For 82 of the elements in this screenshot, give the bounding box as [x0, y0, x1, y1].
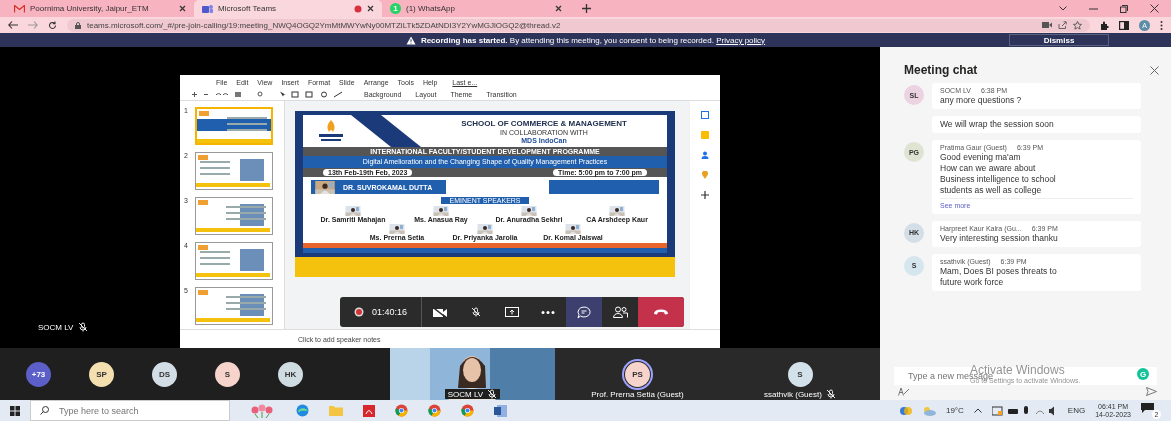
message-text: We will wrap the session soon	[940, 119, 1055, 131]
lock-icon	[75, 21, 81, 29]
word-icon[interactable]	[494, 404, 507, 417]
format-icon[interactable]	[898, 387, 910, 396]
privacy-policy-link[interactable]: Privacy policy	[716, 35, 766, 45]
close-icon[interactable]	[1150, 4, 1159, 13]
address-bar[interactable]: teams.microsoft.com/_#/pre-join-calling/19:meeting_NWQ4OGQ2YmMtMWYwNy00MTZiLTk5ZDAtNDI3Y2YwMGJlOGQ2@thread.v2	[67, 18, 1090, 32]
mail-icon	[14, 4, 25, 13]
slide-thumbnail[interactable]	[195, 287, 273, 325]
participant-avatar[interactable]: DS	[152, 361, 177, 387]
temperature: 19°C	[945, 406, 964, 415]
slide-thumbnail[interactable]	[195, 152, 273, 190]
participant-name: ssathvik (Guest)	[764, 389, 822, 399]
mic-off-icon	[471, 307, 482, 317]
message-text: any more questions ?	[940, 95, 1023, 107]
chrome-icon[interactable]	[395, 404, 408, 417]
side-panel-icon[interactable]	[1119, 20, 1129, 30]
new-tab-icon[interactable]	[582, 4, 591, 13]
participant-tile[interactable]: SOCM LV	[390, 348, 555, 400]
camera-icon[interactable]	[1042, 22, 1052, 28]
person-icon[interactable]	[701, 151, 709, 159]
mic-off-icon	[78, 322, 89, 332]
close-icon[interactable]	[179, 5, 186, 12]
chat-button[interactable]	[566, 297, 603, 327]
message-text: Mam, Does BI poses threats to future work force	[940, 265, 1058, 288]
pdf-icon[interactable]	[363, 404, 375, 417]
chat-icon	[577, 305, 592, 319]
puzzle-icon[interactable]	[1100, 20, 1109, 30]
participant-avatar[interactable]: +73	[26, 361, 51, 387]
share-icon[interactable]	[1058, 21, 1067, 29]
more-icon[interactable]	[1160, 20, 1163, 30]
browser-tab[interactable]: Microsoft Teams	[194, 0, 382, 17]
presenter-name: SOCM LV	[38, 322, 74, 332]
close-icon[interactable]	[555, 5, 562, 12]
participant-name: SOCM LV	[447, 389, 484, 399]
star-icon[interactable]	[1073, 20, 1082, 30]
mic-off-icon	[487, 389, 498, 399]
calendar-icon[interactable]	[701, 111, 709, 119]
participant-avatar: S	[787, 361, 813, 387]
chat-title: Meeting chat	[904, 63, 978, 77]
diagonal-stripe-drawing	[351, 115, 421, 147]
reload-icon[interactable]	[48, 20, 57, 30]
participant-avatar[interactable]: SP	[89, 361, 114, 387]
chrome-icon[interactable]	[428, 404, 441, 417]
close-icon[interactable]	[1150, 65, 1159, 75]
hang-up-button[interactable]	[638, 297, 685, 327]
phone-icon	[653, 309, 670, 315]
call-timer: 01:40:16	[372, 307, 408, 317]
recording-icon	[354, 307, 364, 317]
language-indicator[interactable]: ENG	[1067, 406, 1086, 415]
browser-tab[interactable]: Poornima University, Jaipur_ETM	[6, 0, 194, 17]
slide-thumbnail[interactable]	[195, 197, 273, 235]
camera-off-icon	[432, 306, 449, 318]
chevron-down-icon[interactable]	[1059, 6, 1067, 11]
slide-thumbnail[interactable]	[195, 242, 273, 280]
send-icon[interactable]	[1146, 387, 1157, 396]
restore-icon[interactable]	[1120, 4, 1128, 13]
add-icon[interactable]	[701, 191, 709, 199]
close-icon[interactable]	[367, 5, 374, 12]
participant-avatar[interactable]: HK	[278, 361, 303, 387]
dismiss-button[interactable]: Dismiss	[1009, 34, 1109, 46]
notification-badge: 1	[390, 3, 401, 14]
participant-avatar[interactable]: S	[215, 361, 240, 387]
chrome-icon[interactable]	[461, 404, 474, 417]
taskbar-search-field[interactable]: Type here to search	[30, 400, 230, 421]
chevron-up-icon[interactable]	[973, 408, 982, 413]
more-icon	[541, 310, 556, 314]
mic-off-icon	[825, 389, 836, 399]
slide-thumbnail[interactable]	[195, 107, 273, 145]
school-title: SCHOOL OF COMMERCE & MANAGEMENT	[461, 118, 627, 128]
recording-notice: Recording has started. By attending this meeting, you consent to being recorded.	[420, 35, 714, 45]
edge-icon[interactable]	[296, 404, 309, 417]
participant-avatar: PS	[625, 361, 650, 387]
message-text: Very interesting session thanku	[940, 232, 1059, 244]
participant-tile[interactable]: PS Prof. Prerna Setia (Guest)	[555, 348, 720, 400]
back-icon[interactable]	[8, 21, 18, 29]
share-screen-icon	[505, 307, 520, 317]
participant-name: Prof. Prerna Setia (Guest)	[591, 390, 684, 399]
participant-tile[interactable]: S ssathvik (Guest)	[720, 348, 880, 400]
browser-tab[interactable]: 1 (1) WhatsApp	[382, 0, 570, 17]
message-text: Good evening ma'am How can we aware about Business intelligence to school students as well as college	[940, 152, 1057, 197]
search-icon	[40, 406, 49, 415]
